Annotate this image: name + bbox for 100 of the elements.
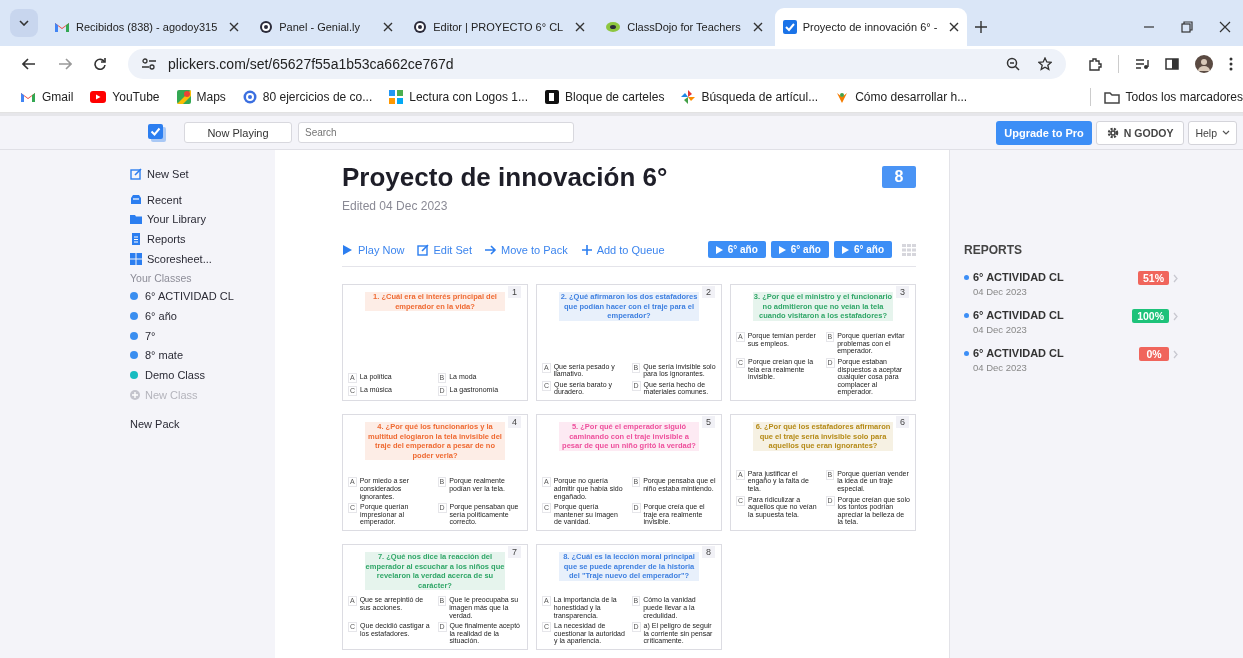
help-button[interactable]: Help bbox=[1188, 120, 1237, 145]
section-heading: Your Classes bbox=[130, 272, 193, 285]
browser-tab[interactable]: ClassDojo for Teachers bbox=[597, 8, 771, 46]
sidebar-item[interactable]: Scoresheet... bbox=[130, 248, 275, 269]
bookmark[interactable]: Cómo desarrollar h... bbox=[835, 90, 968, 104]
plus-circle-icon bbox=[130, 389, 140, 400]
bookmark[interactable]: 80 ejercicios de co... bbox=[242, 90, 373, 104]
star-icon[interactable] bbox=[1038, 57, 1052, 71]
tab-title: Recibidos (838) - agodoy315 bbox=[76, 21, 219, 33]
question-card[interactable] bbox=[342, 414, 528, 531]
playlist-icon[interactable] bbox=[1135, 58, 1149, 70]
zoom-icon[interactable] bbox=[1006, 57, 1020, 71]
sidebar-item[interactable]: Recent bbox=[130, 189, 275, 210]
grid-icon bbox=[130, 252, 142, 265]
question-card[interactable] bbox=[730, 414, 916, 531]
bookmark-folder[interactable]: Todos los marcadores bbox=[1103, 90, 1243, 104]
restore-icon[interactable] bbox=[1181, 21, 1193, 33]
grid-icon bbox=[389, 90, 404, 104]
question-number: 1 bbox=[508, 286, 521, 298]
close-icon[interactable] bbox=[752, 22, 763, 32]
question-number: 2 bbox=[702, 286, 715, 298]
ring-icon bbox=[259, 20, 274, 34]
address-field[interactable]: plickers.com/set/65627f55a1b53ca662ce767d bbox=[128, 49, 1066, 79]
ring-icon bbox=[242, 90, 257, 104]
question-card[interactable] bbox=[730, 284, 916, 401]
action-link[interactable]: Add to Queue bbox=[580, 243, 665, 256]
browser-tab[interactable]: Proyecto de innovación 6° - bbox=[774, 8, 968, 46]
class-item[interactable]: 6° ACTIVIDAD CL bbox=[130, 286, 275, 307]
score-badge: 100% bbox=[1132, 309, 1169, 323]
arrow-right-icon bbox=[485, 243, 497, 256]
class-item[interactable]: 7° bbox=[130, 325, 275, 346]
bookmark[interactable]: Maps bbox=[176, 90, 226, 104]
bookmark[interactable]: Gmail bbox=[20, 90, 74, 104]
more-icon[interactable] bbox=[1229, 57, 1233, 71]
close-icon[interactable] bbox=[949, 22, 960, 32]
blob-icon bbox=[605, 21, 622, 33]
report-item[interactable]: 6° ACTIVIDAD CL 04 Dec 2023 100% bbox=[964, 309, 1178, 335]
puzzle-icon[interactable] bbox=[1088, 57, 1102, 71]
report-item[interactable]: 6° ACTIVIDAD CL 04 Dec 2023 51% bbox=[964, 271, 1178, 297]
account-button[interactable]: N GODOY bbox=[1095, 120, 1185, 145]
chevron-icon bbox=[1222, 130, 1230, 135]
action-link[interactable]: Edit Set bbox=[417, 243, 472, 256]
close-icon[interactable] bbox=[383, 22, 394, 32]
bookmark[interactable]: Bloque de carteles bbox=[545, 90, 665, 104]
sidebar-item[interactable]: Your Library bbox=[130, 209, 275, 230]
bookmark[interactable]: Búsqueda de artícul... bbox=[681, 90, 819, 104]
question-number: 8 bbox=[702, 546, 715, 558]
bullet-icon bbox=[964, 312, 969, 318]
back-icon[interactable] bbox=[22, 58, 36, 70]
envelope-icon bbox=[20, 91, 36, 103]
report-date: 04 Dec 2023 bbox=[973, 362, 1028, 373]
action-link[interactable]: Move to Pack bbox=[485, 243, 568, 256]
reload-icon[interactable] bbox=[94, 58, 106, 70]
class-item[interactable]: 6° año bbox=[130, 306, 275, 326]
tab-search-button[interactable] bbox=[10, 9, 38, 37]
question-card[interactable] bbox=[536, 544, 722, 650]
tab-title: ClassDojo for Teachers bbox=[627, 21, 742, 33]
report-date: 04 Dec 2023 bbox=[973, 286, 1028, 297]
report-name: 6° ACTIVIDAD CL bbox=[973, 309, 1064, 321]
class-item[interactable]: Demo Class bbox=[130, 365, 275, 385]
forward-icon[interactable] bbox=[58, 58, 72, 70]
question-card[interactable] bbox=[536, 284, 722, 401]
play-icon bbox=[715, 245, 723, 254]
question-card[interactable] bbox=[536, 414, 722, 531]
folder-icon bbox=[1103, 90, 1120, 104]
sidebar-item[interactable]: Reports bbox=[130, 229, 275, 249]
close-icon[interactable] bbox=[1219, 21, 1231, 33]
close-icon[interactable] bbox=[229, 22, 240, 32]
checkbox-logo-icon[interactable] bbox=[148, 123, 166, 142]
avatar-icon[interactable] bbox=[1195, 55, 1213, 73]
edit-icon bbox=[417, 243, 430, 256]
sidebar-item[interactable]: New Set bbox=[130, 164, 275, 184]
report-name: 6° ACTIVIDAD CL bbox=[973, 271, 1064, 283]
side-panel-icon[interactable] bbox=[1165, 58, 1179, 70]
plus-icon[interactable] bbox=[975, 21, 988, 33]
search-field[interactable]: Search bbox=[298, 122, 574, 143]
play-icon bbox=[342, 243, 354, 256]
bookmark[interactable]: YouTube bbox=[90, 90, 160, 104]
browser-tab[interactable]: Panel - Genial.ly bbox=[251, 8, 402, 46]
question-number: 5 bbox=[702, 416, 715, 428]
question-number: 7 bbox=[508, 546, 521, 558]
close-icon[interactable] bbox=[575, 22, 586, 32]
edited-date: Edited 04 Dec 2023 bbox=[342, 199, 449, 213]
envelope-icon bbox=[54, 21, 70, 33]
browser-tab[interactable]: Editor | PROYECTO 6° CL bbox=[405, 8, 594, 46]
question-number: 6 bbox=[896, 416, 909, 428]
class-item[interactable]: 8° mate bbox=[130, 345, 275, 366]
bullet-icon bbox=[964, 350, 969, 356]
chevron-right-icon bbox=[1173, 274, 1178, 283]
bookmark[interactable]: Lectura con Logos 1... bbox=[389, 90, 528, 104]
question-card[interactable] bbox=[342, 544, 528, 650]
score-badge: 0% bbox=[1139, 347, 1169, 361]
question-number: 4 bbox=[508, 416, 521, 428]
now-playing-button[interactable]: Now Playing bbox=[184, 122, 292, 143]
browser-tab[interactable]: Recibidos (838) - agodoy315 bbox=[46, 8, 248, 46]
flower-icon bbox=[835, 90, 850, 104]
checkbox-icon bbox=[782, 20, 797, 34]
action-link[interactable]: Play Now bbox=[342, 243, 405, 256]
report-item[interactable]: 6° ACTIVIDAD CL 04 Dec 2023 0% bbox=[964, 347, 1178, 373]
sidebar-item[interactable]: New Pack bbox=[130, 414, 275, 435]
